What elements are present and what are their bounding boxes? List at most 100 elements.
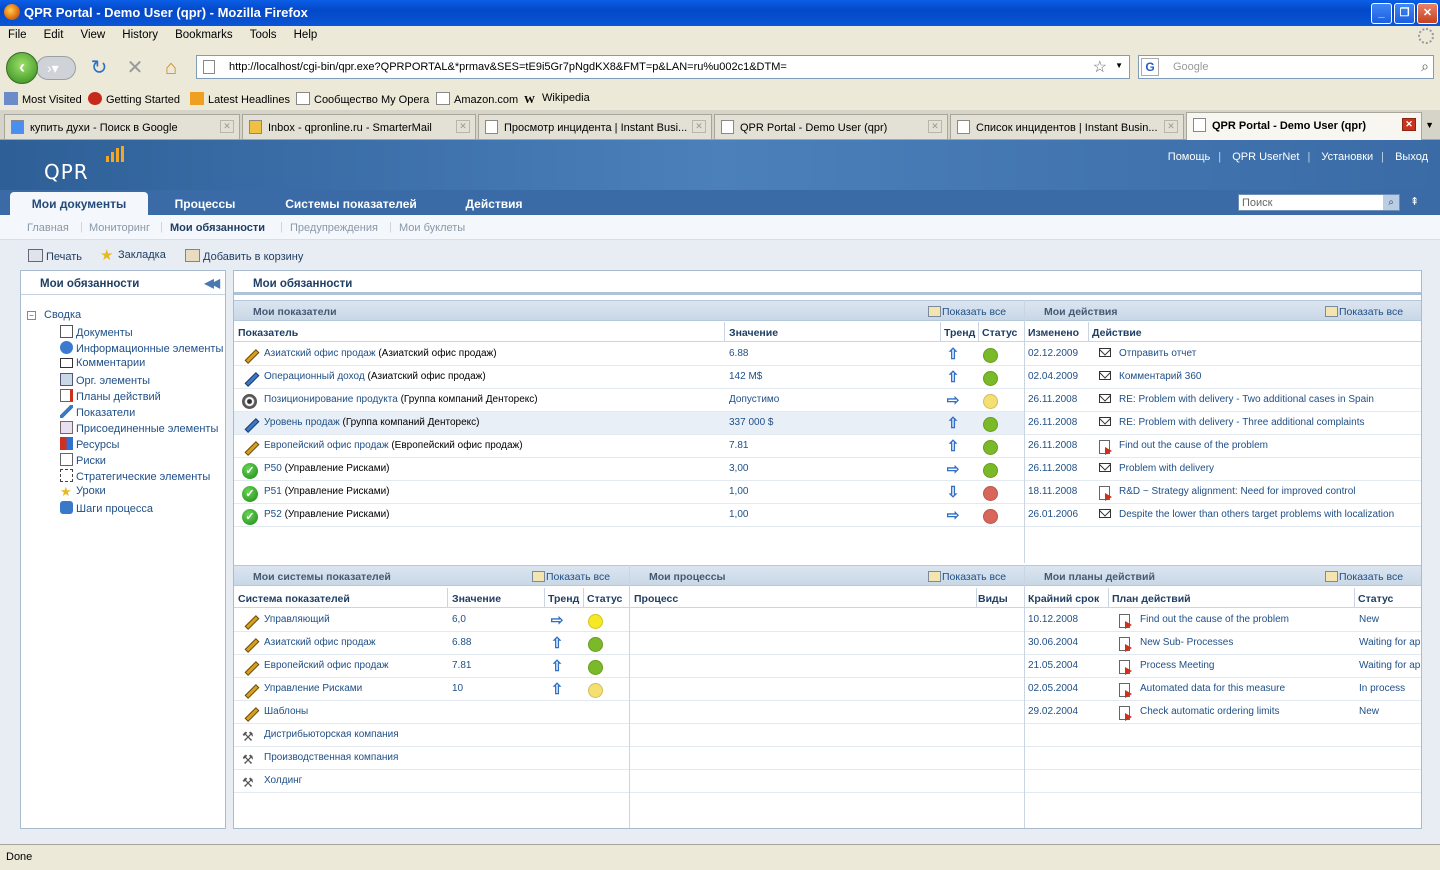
col-process[interactable]: Процесс — [634, 593, 678, 605]
google-icon[interactable]: G — [1141, 58, 1159, 76]
portal-search-icon[interactable]: ⌕ — [1383, 195, 1399, 210]
bookmark-wikipedia[interactable]: W Wikipedia — [524, 92, 590, 107]
print-button[interactable]: Печать — [28, 249, 82, 263]
tree-root-summary[interactable]: − Сводка — [27, 309, 81, 321]
col-views[interactable]: Виды — [978, 593, 1008, 605]
tree-item-comments[interactable]: Комментарии — [60, 357, 145, 369]
action-link[interactable]: Find out the cause of the problem — [1119, 440, 1268, 451]
stop-icon[interactable]: ✕ — [124, 57, 146, 79]
tree-item-lessons[interactable]: ★ Уроки — [60, 485, 106, 499]
menu-view[interactable]: View — [80, 26, 105, 41]
subnav-home[interactable]: Главная — [27, 222, 69, 234]
home-icon[interactable]: ⌂ — [160, 57, 182, 79]
indicator-link[interactable]: Азиатский офис продаж — [264, 348, 376, 359]
bookmark-my-opera[interactable]: Сообщество My Opera — [296, 92, 429, 106]
tab-my-documents[interactable]: Мои документы — [10, 192, 148, 215]
col-action-plan[interactable]: План действий — [1112, 593, 1191, 605]
menu-file[interactable]: File — [8, 26, 27, 41]
help-link[interactable]: Помощь — [1168, 151, 1211, 163]
subnav-my-responsibilities[interactable]: Мои обязанности — [170, 222, 265, 234]
tab-incident-view[interactable]: Просмотр инцидента | Instant Busi... ✕ — [478, 114, 712, 139]
indicator-link[interactable]: Позиционирование продукта — [264, 394, 398, 405]
menu-bookmarks[interactable]: Bookmarks — [175, 26, 233, 41]
scorecard-link[interactable]: Дистрибьюторская компания — [264, 729, 399, 740]
tab-close-icon[interactable]: ✕ — [1402, 118, 1416, 131]
col-status[interactable]: Статус — [982, 327, 1017, 339]
bookmark-button[interactable]: ★ Закладка — [100, 248, 166, 263]
menu-tools[interactable]: Tools — [250, 26, 277, 41]
scorecards-show-all-link[interactable]: Показать все — [532, 571, 610, 583]
col-indicator[interactable]: Показатель — [238, 327, 298, 339]
bookmark-getting-started[interactable]: Getting Started — [88, 92, 180, 106]
forward-button[interactable]: ›▾ — [36, 56, 76, 80]
col-changed[interactable]: Изменено — [1028, 327, 1079, 339]
subnav-alerts[interactable]: Предупреждения — [290, 222, 378, 234]
action-plan-link[interactable]: New Sub- Processes — [1140, 637, 1233, 648]
tab-actions[interactable]: Действия — [456, 192, 532, 215]
collapse-header-icon[interactable]: ⇞ — [1410, 195, 1419, 208]
col-plan-status[interactable]: Статус — [1358, 593, 1393, 605]
processes-show-all-link[interactable]: Показать все — [928, 571, 1006, 583]
close-window-button[interactable]: ✕ — [1417, 3, 1438, 24]
tree-item-strategic[interactable]: Стратегические элементы — [60, 469, 210, 483]
collapse-panel-icon[interactable]: ◀◀ — [205, 276, 221, 290]
actions-show-all-link[interactable]: Показать все — [1325, 306, 1403, 318]
indicators-show-all-link[interactable]: Показать все — [928, 306, 1006, 318]
action-plan-link[interactable]: Process Meeting — [1140, 660, 1214, 671]
scorecard-link[interactable]: Холдинг — [264, 775, 302, 786]
col-action[interactable]: Действие — [1092, 327, 1142, 339]
action-link[interactable]: Комментарий 360 — [1119, 371, 1201, 382]
reload-icon[interactable]: ↻ — [88, 57, 110, 79]
scorecard-link[interactable]: Производственная компания — [264, 752, 398, 763]
menu-edit[interactable]: Edit — [44, 26, 64, 41]
tree-item-action-plans[interactable]: Планы действий — [60, 389, 161, 403]
tab-qpr-portal-1[interactable]: QPR Portal - Demo User (qpr) ✕ — [714, 114, 948, 139]
tree-item-measures[interactable]: Показатели — [60, 405, 135, 419]
menu-history[interactable]: History — [122, 26, 158, 41]
action-link[interactable]: RE: Problem with delivery - Two addition… — [1119, 394, 1374, 405]
tab-close-icon[interactable]: ✕ — [928, 120, 942, 133]
logout-link[interactable]: Выход — [1395, 151, 1428, 163]
tab-close-icon[interactable]: ✕ — [456, 120, 470, 133]
back-button[interactable]: ‹ — [6, 52, 38, 84]
web-search-bar[interactable]: G Google ⌕ — [1138, 55, 1434, 79]
tab-close-icon[interactable]: ✕ — [220, 120, 234, 133]
bookmark-amazon[interactable]: Amazon.com — [436, 92, 518, 106]
restore-button[interactable]: ❐ — [1394, 3, 1415, 24]
tab-incident-list[interactable]: Список инцидентов | Instant Busin... ✕ — [950, 114, 1184, 139]
scorecard-link[interactable]: Европейский офис продаж — [264, 660, 389, 671]
col-sc-trend[interactable]: Тренд — [548, 593, 579, 605]
indicator-link[interactable]: P51 — [264, 486, 282, 497]
plans-show-all-link[interactable]: Показать все — [1325, 571, 1403, 583]
action-link[interactable]: Отправить отчет — [1119, 348, 1196, 359]
tree-item-information[interactable]: Информационные элементы — [60, 341, 223, 355]
minimize-button[interactable]: _ — [1371, 3, 1392, 24]
portal-search-input[interactable]: Поиск ⌕ — [1238, 194, 1400, 211]
tree-item-resources[interactable]: Ресурсы — [60, 437, 119, 451]
tree-collapse-icon[interactable]: − — [27, 311, 36, 320]
col-trend[interactable]: Тренд — [944, 327, 975, 339]
tree-item-attached[interactable]: Присоединенные элементы — [60, 421, 218, 435]
bookmark-latest-headlines[interactable]: Latest Headlines — [190, 92, 290, 106]
tree-item-process-steps[interactable]: Шаги процесса — [60, 501, 153, 515]
scorecard-link[interactable]: Управление Рисками — [264, 683, 362, 694]
action-link[interactable]: Despite the lower than others target pro… — [1119, 509, 1394, 520]
col-deadline[interactable]: Крайний срок — [1028, 593, 1099, 605]
action-plan-link[interactable]: Find out the cause of the problem — [1140, 614, 1289, 625]
scorecard-link[interactable]: Шаблоны — [264, 706, 308, 717]
indicator-link[interactable]: Операционный доход — [264, 371, 365, 382]
subnav-my-booklets[interactable]: Мои буклеты — [399, 222, 465, 234]
tab-scorecards[interactable]: Системы показателей — [276, 192, 426, 215]
usernet-link[interactable]: QPR UserNet — [1232, 151, 1299, 163]
tabs-list-icon[interactable]: ▼ — [1425, 120, 1434, 130]
action-link[interactable]: R&D ~ Strategy alignment: Need for impro… — [1119, 486, 1356, 497]
action-plan-link[interactable]: Check automatic ordering limits — [1140, 706, 1280, 717]
col-value[interactable]: Значение — [729, 327, 778, 339]
tab-smartermail[interactable]: Inbox - qpronline.ru - SmarterMail ✕ — [242, 114, 476, 139]
url-bar[interactable]: http://localhost/cgi-bin/qpr.exe?QPRPORT… — [196, 55, 1130, 79]
settings-link[interactable]: Установки — [1321, 151, 1373, 163]
col-sc-value[interactable]: Значение — [452, 593, 501, 605]
action-link[interactable]: RE: Problem with delivery - Three additi… — [1119, 417, 1364, 428]
indicator-link[interactable]: Уровень продаж — [264, 417, 340, 428]
col-scorecard[interactable]: Система показателей — [238, 593, 350, 605]
